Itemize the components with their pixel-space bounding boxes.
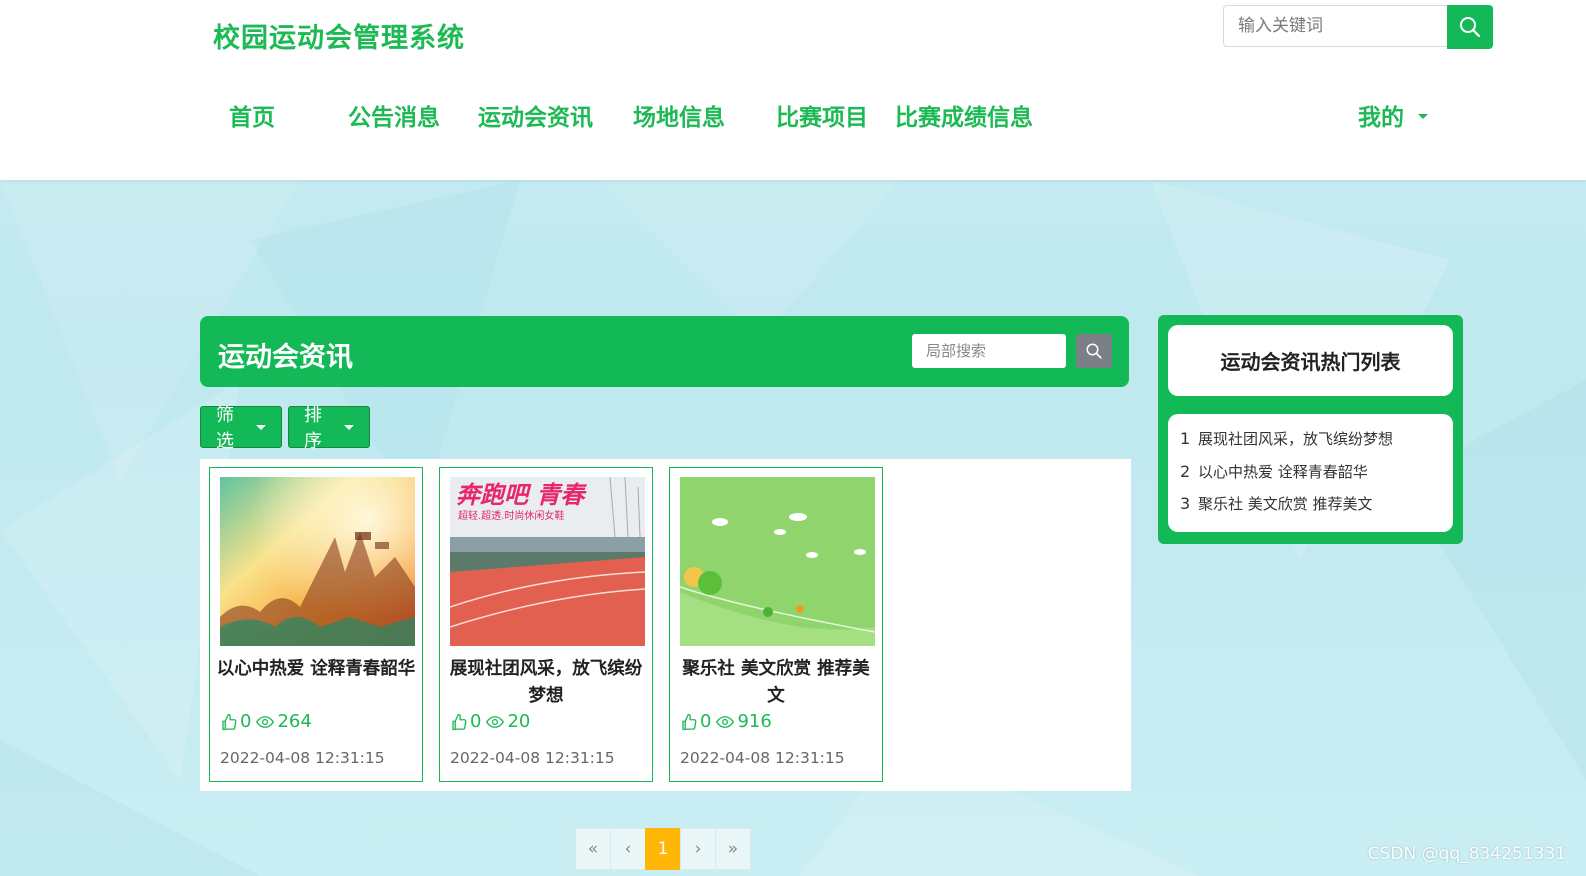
news-card-date: 2022-04-08 12:31:15 (680, 749, 845, 767)
banner-tagline: 超轻.超透.时尚休闲女鞋 (458, 509, 564, 522)
search-icon (1460, 17, 1481, 38)
news-card-stats: 0 916 (680, 711, 772, 732)
hot-list: 1 展现社团风采，放飞缤纷梦想 2 以心中热爱 诠释青春韶华 3 聚乐社 美文欣赏 推… (1168, 414, 1453, 532)
hot-list-rank: 3 (1180, 494, 1191, 513)
local-search-button[interactable] (1076, 334, 1112, 368)
top-search (1223, 5, 1493, 49)
news-card-date: 2022-04-08 12:31:15 (220, 749, 385, 767)
search-button[interactable] (1447, 5, 1493, 49)
section-header: 运动会资讯 (200, 316, 1129, 387)
news-card-list: 以心中热爱 诠释青春韶华 0 264 2022-04-08 12:31:15 奔… (200, 459, 1131, 791)
nav-notice[interactable]: 公告消息 (348, 98, 440, 132)
nav-mine-dropdown[interactable]: 我的 (1358, 98, 1428, 132)
eye-icon (256, 715, 275, 728)
local-search-input[interactable] (912, 334, 1066, 368)
views-count: 264 (277, 711, 312, 732)
news-card[interactable]: 奔跑吧 青春 超轻.超透.时尚休闲女鞋 展现社团风采，放飞缤纷梦想 0 20 2… (439, 467, 653, 782)
eye-icon (486, 715, 505, 728)
section-title: 运动会资讯 (218, 342, 353, 373)
filter-label: 筛选 (216, 405, 234, 452)
hot-list-item[interactable]: 3 聚乐社 美文欣赏 推荐美文 (1180, 493, 1373, 514)
page-last-button[interactable]: » (715, 828, 751, 870)
caret-down-icon (256, 424, 266, 430)
nav-venue[interactable]: 场地信息 (633, 98, 725, 132)
site-logo[interactable]: 校园运动会管理系统 (213, 16, 465, 55)
caret-down-icon (1418, 114, 1428, 119)
eye-icon (716, 715, 735, 728)
pagination: « ‹ 1 › » (575, 828, 751, 870)
likes-count: 0 (240, 711, 252, 732)
main-nav: 首页 公告消息 运动会资讯 场地信息 比赛项目 比赛成绩信息 (0, 98, 1586, 138)
watermark: CSDN @qq_834251331 (1367, 844, 1566, 864)
views-count: 916 (737, 711, 772, 732)
banner-headline: 奔跑吧 青春 (456, 481, 587, 509)
page-next-button[interactable]: › (680, 828, 716, 870)
nav-events[interactable]: 比赛项目 (776, 98, 868, 132)
hot-list-rank: 1 (1180, 429, 1191, 448)
thumbs-up-icon (682, 713, 697, 730)
page-prev-button[interactable]: ‹ (610, 828, 646, 870)
nav-news[interactable]: 运动会资讯 (478, 98, 593, 132)
news-card-date: 2022-04-08 12:31:15 (450, 749, 615, 767)
sort-label: 排序 (304, 405, 322, 452)
search-icon (1086, 343, 1102, 359)
caret-down-icon (344, 424, 354, 430)
hot-list-label: 展现社团风采，放飞缤纷梦想 (1198, 430, 1394, 448)
news-card[interactable]: 聚乐社 美文欣赏 推荐美文 0 916 2022-04-08 12:31:15 (669, 467, 883, 782)
page-first-button[interactable]: « (575, 828, 611, 870)
filter-dropdown-button[interactable]: 筛选 (200, 405, 282, 452)
news-card-title: 聚乐社 美文欣赏 推荐美文 (682, 659, 870, 706)
views-count: 20 (507, 711, 531, 732)
hot-list-title: 运动会资讯热门列表 (1168, 325, 1453, 396)
news-card-image: 奔跑吧 青春 超轻.超透.时尚休闲女鞋 (450, 477, 645, 646)
likes-count: 0 (700, 711, 712, 732)
page-current-button[interactable]: 1 (645, 828, 681, 870)
thumbs-up-icon (452, 713, 467, 730)
news-card[interactable]: 以心中热爱 诠释青春韶华 0 264 2022-04-08 12:31:15 (209, 467, 423, 782)
news-card-title: 展现社团风采，放飞缤纷梦想 (449, 659, 643, 706)
news-card-title: 以心中热爱 诠释青春韶华 (216, 659, 416, 679)
header: 校园运动会管理系统 首页 公告消息 运动会资讯 场地信息 比赛项目 比赛成绩信息… (0, 0, 1586, 180)
hot-list-label: 聚乐社 美文欣赏 推荐美文 (1198, 495, 1373, 513)
thumbs-up-icon (222, 713, 237, 730)
news-card-image (220, 477, 415, 646)
sort-dropdown-button[interactable]: 排序 (288, 405, 370, 452)
news-card-stats: 0 264 (220, 711, 312, 732)
hot-list-label: 以心中热爱 诠释青春韶华 (1198, 463, 1368, 481)
hot-list-rank: 2 (1180, 462, 1191, 481)
hot-list-panel: 运动会资讯热门列表 1 展现社团风采，放飞缤纷梦想 2 以心中热爱 诠释青春韶华 3… (1158, 315, 1463, 544)
search-input[interactable] (1223, 5, 1447, 47)
news-card-image (680, 477, 875, 646)
hot-list-item[interactable]: 1 展现社团风采，放飞缤纷梦想 (1180, 428, 1393, 449)
news-card-stats: 0 20 (450, 711, 530, 732)
likes-count: 0 (470, 711, 482, 732)
hot-list-item[interactable]: 2 以心中热爱 诠释青春韶华 (1180, 461, 1368, 482)
nav-results[interactable]: 比赛成绩信息 (895, 98, 1033, 132)
nav-home[interactable]: 首页 (229, 98, 275, 132)
nav-mine-label: 我的 (1358, 105, 1404, 131)
